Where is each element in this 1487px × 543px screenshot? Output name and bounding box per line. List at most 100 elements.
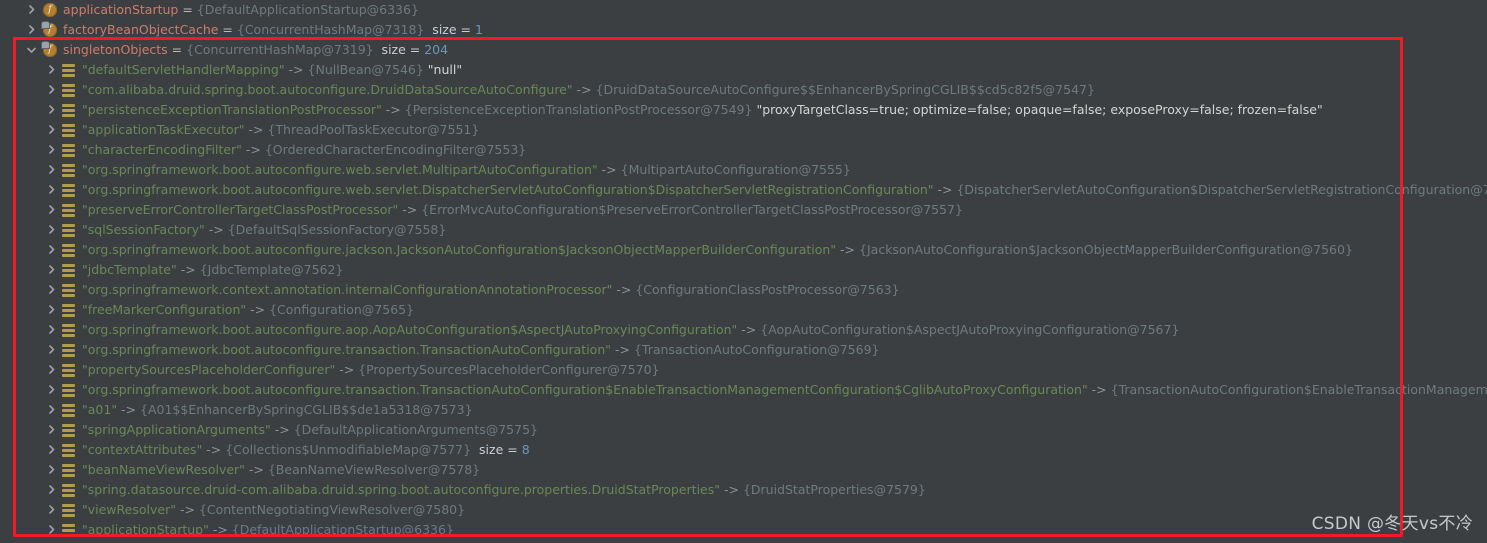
chevron-right-icon[interactable] [44, 120, 60, 140]
map-entry-icon [62, 163, 76, 177]
map-entry-row[interactable]: "jdbcTemplate" -> {JdbcTemplate@7562} [0, 260, 1487, 280]
chevron-right-icon[interactable] [44, 360, 60, 380]
object-reference: {DefaultApplicationStartup@6336} [196, 2, 419, 17]
map-entry-row[interactable]: "preserveErrorControllerTargetClassPostP… [0, 200, 1487, 220]
entry-key: "org.springframework.boot.autoconfigure.… [82, 342, 612, 357]
map-entry-row[interactable]: "freeMarkerConfiguration" -> {Configurat… [0, 300, 1487, 320]
map-entry-row[interactable]: "defaultServletHandlerMapping" -> {NullB… [0, 60, 1487, 80]
entry-arrow: -> [737, 322, 761, 337]
chevron-right-icon[interactable] [44, 220, 60, 240]
chevron-right-icon[interactable] [44, 240, 60, 260]
entry-arrow: -> [933, 182, 957, 197]
entry-arrow: -> [836, 242, 860, 257]
map-entry-row[interactable]: "sqlSessionFactory" -> {DefaultSqlSessio… [0, 220, 1487, 240]
map-entry-icon [62, 423, 76, 437]
map-entry-row[interactable]: "viewResolver" -> {ContentNegotiatingVie… [0, 500, 1487, 520]
chevron-right-icon[interactable] [44, 460, 60, 480]
chevron-right-icon[interactable] [44, 280, 60, 300]
entry-key: "org.springframework.boot.autoconfigure.… [82, 322, 738, 337]
chevron-right-icon[interactable] [44, 340, 60, 360]
map-entry-row[interactable]: "springApplicationArguments" -> {Default… [0, 420, 1487, 440]
entry-value-reference: {DefaultSqlSessionFactory@7558} [227, 222, 447, 237]
map-entry-icon [62, 223, 76, 237]
chevron-right-icon[interactable] [44, 300, 60, 320]
field-name: factoryBeanObjectCache [63, 22, 219, 37]
equals-sign: = [167, 42, 187, 57]
chevron-right-icon[interactable] [44, 60, 60, 80]
size-value: 204 [424, 42, 449, 57]
variable-row[interactable]: f factoryBeanObjectCache = {ConcurrentHas… [0, 20, 1487, 40]
chevron-right-icon[interactable] [44, 480, 60, 500]
map-entry-row[interactable]: "org.springframework.boot.autoconfigure.… [0, 380, 1487, 400]
map-entry-icon [62, 63, 76, 77]
map-entry-icon [62, 283, 76, 297]
map-entry-row[interactable]: "propertySourcesPlaceholderConfigurer" -… [0, 360, 1487, 380]
chevron-right-icon[interactable] [44, 380, 60, 400]
entry-value-reference: {DefaultApplicationStartup@6336} [231, 522, 454, 537]
entry-arrow: -> [117, 402, 141, 417]
entry-key: "viewResolver" [82, 502, 176, 517]
entry-value-reference: {PropertySourcesPlaceholderConfigurer@75… [358, 362, 660, 377]
entry-key: "defaultServletHandlerMapping" [82, 62, 285, 77]
variable-row[interactable]: f singletonObjects = {ConcurrentHashMap@7… [0, 40, 1487, 60]
entry-key: "spring.datasource.druid-com.alibaba.dru… [82, 482, 721, 497]
map-entry-row[interactable]: "a01" -> {A01$$EnhancerBySpringCGLIB$$de… [0, 400, 1487, 420]
variable-row[interactable]: f applicationStartup = {DefaultApplicatio… [0, 0, 1487, 20]
entry-arrow: -> [572, 82, 596, 97]
map-entry-icon [62, 503, 76, 517]
map-entry-icon [62, 203, 76, 217]
chevron-right-icon[interactable] [44, 160, 60, 180]
chevron-right-icon[interactable] [44, 180, 60, 200]
entry-key: "propertySourcesPlaceholderConfigurer" [82, 362, 336, 377]
entry-key: "springApplicationArguments" [82, 422, 271, 437]
object-reference: {ConcurrentHashMap@7319} [186, 42, 374, 57]
map-entry-row[interactable]: "applicationStartup" -> {DefaultApplicat… [0, 520, 1487, 540]
entry-value-reference: {DruidDataSourceAutoConfigure$$EnhancerB… [595, 82, 1095, 97]
entry-arrow: -> [284, 62, 308, 77]
chevron-right-icon[interactable] [44, 140, 60, 160]
chevron-right-icon[interactable] [44, 100, 60, 120]
entry-key: "com.alibaba.druid.spring.boot.autoconfi… [82, 82, 573, 97]
chevron-right-icon[interactable] [44, 320, 60, 340]
entry-key: "org.springframework.boot.autoconfigure.… [82, 162, 598, 177]
map-entry-row[interactable]: "contextAttributes" -> {Collections$Unmo… [0, 440, 1487, 460]
map-entry-row[interactable]: "org.springframework.boot.autoconfigure.… [0, 340, 1487, 360]
entry-key: "beanNameViewResolver" [82, 462, 245, 477]
map-entry-icon [62, 123, 76, 137]
chevron-right-icon[interactable] [24, 20, 40, 40]
map-entry-row[interactable]: "org.springframework.boot.autoconfigure.… [0, 160, 1487, 180]
entry-arrow: -> [175, 502, 199, 517]
chevron-right-icon[interactable] [44, 520, 60, 540]
map-entry-row[interactable]: "applicationTaskExecutor" -> {ThreadPool… [0, 120, 1487, 140]
chevron-down-icon[interactable] [24, 40, 40, 60]
map-entry-row[interactable]: "org.springframework.context.annotation.… [0, 280, 1487, 300]
map-entry-icon [62, 243, 76, 257]
entry-value-reference: {TransactionAutoConfiguration@7569} [633, 342, 880, 357]
map-entry-row[interactable]: "org.springframework.boot.autoconfigure.… [0, 320, 1487, 340]
map-entry-icon [62, 443, 76, 457]
entry-value-reference: {Configuration@7565} [269, 302, 415, 317]
chevron-right-icon[interactable] [44, 200, 60, 220]
debugger-variables-panel[interactable]: f applicationStartup = {DefaultApplicatio… [0, 0, 1487, 543]
entry-key: "applicationTaskExecutor" [82, 122, 245, 137]
map-entry-row[interactable]: "org.springframework.boot.autoconfigure.… [0, 240, 1487, 260]
entry-key: "sqlSessionFactory" [82, 222, 205, 237]
chevron-right-icon[interactable] [44, 440, 60, 460]
map-entry-row[interactable]: "org.springframework.boot.autoconfigure.… [0, 180, 1487, 200]
size-value: 8 [521, 442, 530, 457]
variables-tree: f applicationStartup = {DefaultApplicatio… [0, 0, 1487, 543]
chevron-right-icon[interactable] [44, 400, 60, 420]
map-entry-row[interactable]: "spring.datasource.druid-com.alibaba.dru… [0, 480, 1487, 500]
entry-arrow: -> [244, 122, 268, 137]
chevron-right-icon[interactable] [44, 260, 60, 280]
chevron-right-icon[interactable] [44, 420, 60, 440]
entry-value-reference: {NullBean@7546} [307, 62, 424, 77]
entry-value-reference: {Collections$UnmodifiableMap@7577} [225, 442, 472, 457]
map-entry-row[interactable]: "persistenceExceptionTranslationPostProc… [0, 100, 1487, 120]
chevron-right-icon[interactable] [24, 0, 40, 20]
chevron-right-icon[interactable] [44, 80, 60, 100]
map-entry-row[interactable]: "com.alibaba.druid.spring.boot.autoconfi… [0, 80, 1487, 100]
map-entry-row[interactable]: "beanNameViewResolver" -> {BeanNameViewR… [0, 460, 1487, 480]
chevron-right-icon[interactable] [44, 500, 60, 520]
map-entry-row[interactable]: "characterEncodingFilter" -> {OrderedCha… [0, 140, 1487, 160]
